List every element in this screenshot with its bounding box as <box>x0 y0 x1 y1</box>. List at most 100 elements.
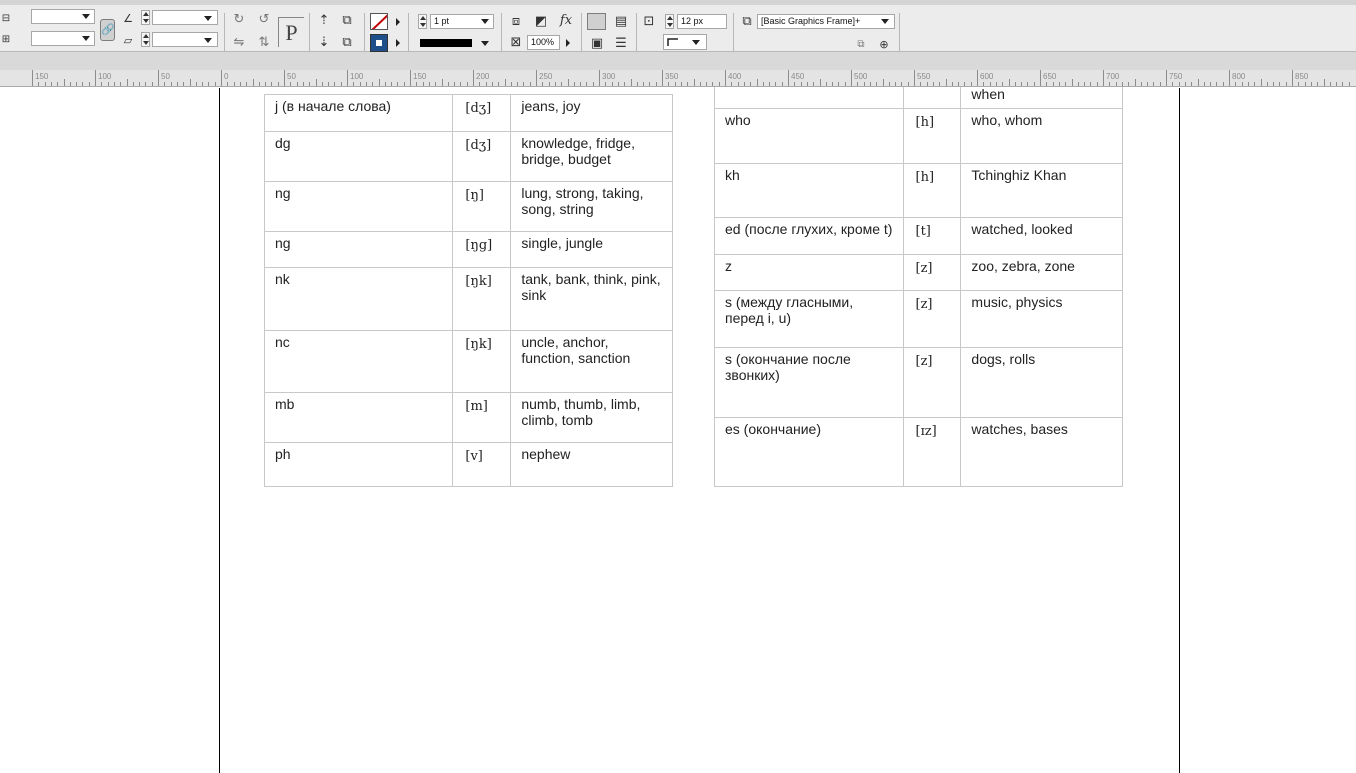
ruler-minor-tick <box>674 82 676 86</box>
horizontal-ruler[interactable]: 150 100 50 0 50 100 150 200 250 300 350 400 450 500 55… <box>0 70 1356 87</box>
wrap-bounding-box-icon[interactable]: ▤ <box>613 14 629 30</box>
ruler-minor-tick <box>416 82 418 86</box>
ruler-minor-tick <box>1153 82 1155 86</box>
examples-cell: watches, bases <box>960 417 1123 487</box>
opacity-icon: ⊠ <box>510 35 522 50</box>
ruler-minor-tick <box>1096 82 1098 86</box>
ruler-major-tick <box>851 70 852 86</box>
new-style-icon[interactable]: ⊕ <box>876 37 892 53</box>
ruler-minor-tick <box>1084 82 1086 86</box>
ruler-major-tick <box>788 70 789 86</box>
wrap-jump-object-icon[interactable]: ☰ <box>613 36 629 52</box>
examples-cell: lung, strong, taking, song, string <box>510 181 673 232</box>
ruler-minor-tick <box>920 82 922 86</box>
table-row: z [z] zoo, zebra, zone <box>714 254 1123 291</box>
ruler-minor-tick <box>762 82 764 86</box>
right-phonetics-table: when who [h] who, whom kh [h] Tchinghiz Khan ed… <box>714 70 1123 487</box>
transcription-cell: [ɪz] <box>902 417 962 487</box>
align-bottom-icon[interactable]: ⊞ <box>0 32 12 48</box>
clear-overrides-icon[interactable]: ⧉ <box>853 37 869 53</box>
wrap-object-shape-icon[interactable]: ▣ <box>589 36 605 52</box>
ruler-minor-tick <box>1027 82 1029 86</box>
text-wrap-none-button[interactable] <box>587 13 606 30</box>
gap-field[interactable]: 12 px <box>677 14 727 29</box>
examples-cell: who, whom <box>960 108 1123 164</box>
ruler-minor-tick <box>895 82 897 86</box>
object-style-dropdown[interactable]: [Basic Graphics Frame]+ <box>757 14 895 29</box>
stroke-weight-stepper[interactable] <box>418 14 427 29</box>
swatch-menu-arrow-icon[interactable] <box>396 39 400 47</box>
chevron-down-icon[interactable] <box>692 40 700 45</box>
table-row: s (между гласными, перед i, u) [z] music, … <box>714 290 1123 348</box>
letter-combination-cell: kh <box>714 163 904 218</box>
ruler-minor-tick <box>164 82 166 86</box>
ruler-minor-tick <box>995 82 997 86</box>
ruler-minor-tick <box>1008 79 1010 86</box>
ruler-minor-tick <box>233 82 235 86</box>
ruler-minor-tick <box>447 82 449 86</box>
chevron-down-icon[interactable] <box>204 38 212 43</box>
ruler-minor-tick <box>844 82 846 86</box>
ruler-minor-tick <box>1014 82 1016 86</box>
ruler-minor-tick <box>491 82 493 86</box>
corner-shape-dropdown[interactable] <box>663 34 707 50</box>
rotate-clockwise-icon[interactable]: ↻ <box>231 12 247 28</box>
opacity-field[interactable]: 100% <box>527 35 560 50</box>
rotate-counterclockwise-icon[interactable]: ↺ <box>256 12 272 28</box>
ruler-minor-tick <box>239 82 241 86</box>
ruler-major-tick <box>347 70 348 86</box>
examples-cell: zoo, zebra, zone <box>960 254 1123 291</box>
ruler-minor-tick <box>1348 82 1350 86</box>
ruler-minor-tick <box>775 82 777 86</box>
ruler-label: 750 <box>1169 72 1183 81</box>
shear-stepper[interactable] <box>141 32 150 47</box>
frame-fitting-icon[interactable]: ⧈ <box>508 14 524 30</box>
chevron-down-icon[interactable] <box>82 36 90 41</box>
chevron-down-icon[interactable] <box>481 19 489 24</box>
chevron-down-icon[interactable] <box>82 14 90 19</box>
select-container-icon[interactable]: ⇡ <box>316 13 332 29</box>
transcription-cell: [dʒ] <box>452 131 512 182</box>
rotate-stepper[interactable] <box>141 10 150 25</box>
ruler-minor-tick <box>195 82 197 86</box>
ruler-minor-tick <box>1203 82 1205 86</box>
ruler-minor-tick <box>252 79 254 86</box>
ruler-label: 150 <box>413 72 427 81</box>
align-left-icon[interactable]: ⊟ <box>0 11 12 27</box>
ruler-label: 450 <box>791 72 805 81</box>
page-right-edge <box>1179 88 1180 773</box>
transcription-cell: [ŋg] <box>452 231 512 268</box>
select-previous-icon[interactable]: ⧉ <box>339 13 355 29</box>
letter-combination-cell: ng <box>263 181 454 232</box>
drop-shadow-icon[interactable]: ◩ <box>533 14 549 30</box>
pasteboard <box>0 88 1356 773</box>
ruler-minor-tick <box>38 82 40 86</box>
ruler-minor-tick <box>1222 82 1224 86</box>
select-next-icon[interactable]: ⧉ <box>339 35 355 51</box>
examples-cell: dogs, rolls <box>960 347 1123 418</box>
flip-horizontal-icon[interactable]: ⇋ <box>231 35 247 51</box>
ruler-minor-tick <box>460 82 462 86</box>
ruler-minor-tick <box>706 82 708 86</box>
chevron-down-icon[interactable] <box>881 19 889 24</box>
constrain-proportions-button[interactable]: 🔗 <box>100 19 115 41</box>
ruler-minor-tick <box>731 82 733 86</box>
ruler-minor-tick <box>863 82 865 86</box>
effects-fx-icon[interactable]: fx <box>555 13 577 29</box>
examples-cell: jeans, joy <box>510 94 673 132</box>
stroke-swatch[interactable] <box>370 13 388 30</box>
chevron-down-icon[interactable] <box>481 41 489 46</box>
fill-swatch[interactable] <box>370 34 388 52</box>
ruler-minor-tick <box>69 82 71 86</box>
flip-vertical-icon[interactable]: ⇅ <box>256 35 272 51</box>
letter-combination-cell: ph <box>263 442 454 487</box>
gap-stepper[interactable] <box>665 14 674 29</box>
ruler-minor-tick <box>517 82 519 86</box>
swatch-menu-arrow-icon[interactable] <box>396 18 400 26</box>
select-content-icon[interactable]: ⇣ <box>316 35 332 51</box>
ruler-minor-tick <box>825 82 827 86</box>
ruler-minor-tick <box>769 82 771 86</box>
chevron-down-icon[interactable] <box>204 16 212 21</box>
opacity-menu-arrow-icon[interactable] <box>566 39 570 47</box>
separator <box>636 13 637 51</box>
